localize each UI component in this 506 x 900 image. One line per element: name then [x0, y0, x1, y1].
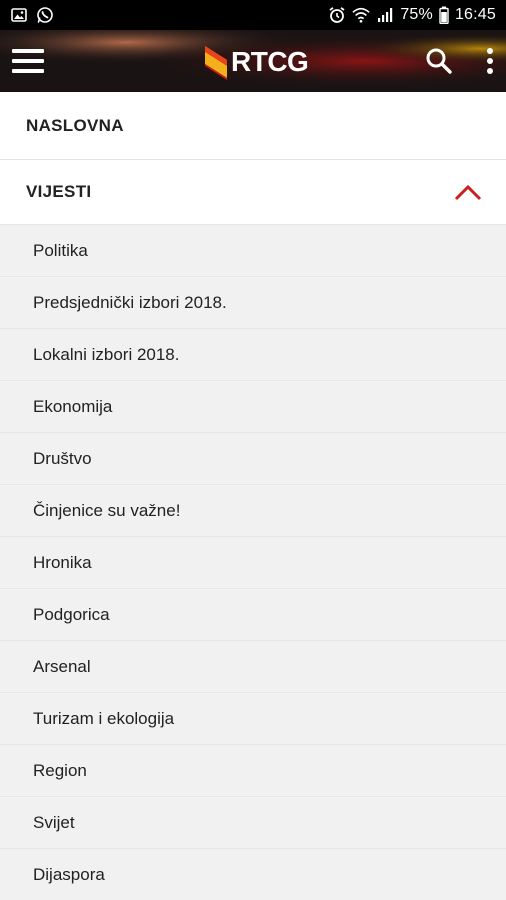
- whatsapp-icon: [36, 6, 54, 24]
- search-icon: [426, 48, 452, 74]
- navigation-menu: NASLOVNA VIJESTI Politika Predsjednički i…: [0, 92, 506, 900]
- vijesti-submenu: Politika Predsjednički izbori 2018. Lokaln…: [0, 224, 506, 900]
- submenu-item-label: Lokalni izbori 2018.: [33, 344, 180, 364]
- menu-button[interactable]: [10, 43, 46, 79]
- logo-mark-icon: [205, 46, 227, 80]
- submenu-item[interactable]: Činjenice su važne!: [0, 484, 506, 536]
- image-icon: [10, 6, 28, 24]
- submenu-item-label: Hronika: [33, 552, 92, 572]
- submenu-item-label: Podgorica: [33, 604, 110, 624]
- submenu-item-label: Politika: [33, 240, 88, 260]
- submenu-item-label: Ekonomija: [33, 396, 113, 416]
- battery-level: 75%: [400, 6, 433, 23]
- menu-item-vijesti[interactable]: VIJESTI: [0, 160, 506, 224]
- submenu-item-label: Predsjednički izbori 2018.: [33, 292, 227, 312]
- submenu-item[interactable]: Politika: [0, 224, 506, 276]
- status-right: 75% 16:45: [328, 6, 496, 24]
- menu-item-label: VIJESTI: [26, 182, 92, 201]
- submenu-item[interactable]: Društvo: [0, 432, 506, 484]
- app-bar: RTCG: [0, 30, 506, 92]
- logo-text: RTCG: [231, 46, 309, 77]
- submenu-item[interactable]: Lokalni izbori 2018.: [0, 328, 506, 380]
- submenu-item-label: Dijaspora: [33, 864, 105, 884]
- menu-item-label: NASLOVNA: [26, 115, 124, 135]
- submenu-item[interactable]: Svijet: [0, 796, 506, 848]
- signal-icon: [376, 6, 394, 24]
- submenu-item[interactable]: Region: [0, 744, 506, 796]
- submenu-item[interactable]: Ekonomija: [0, 380, 506, 432]
- submenu-item-label: Društvo: [33, 448, 92, 468]
- status-bar: 75% 16:45: [0, 0, 506, 30]
- submenu-item[interactable]: Podgorica: [0, 588, 506, 640]
- hamburger-icon: [12, 49, 44, 73]
- more-vert-icon: [487, 48, 493, 74]
- search-button[interactable]: [420, 43, 458, 79]
- rtcg-logo[interactable]: RTCG: [203, 42, 309, 82]
- more-options-button[interactable]: [476, 43, 504, 79]
- chevron-up-icon[interactable]: [454, 183, 482, 201]
- status-left: [10, 6, 54, 24]
- alarm-icon: [328, 6, 346, 24]
- wifi-icon: [352, 6, 370, 24]
- submenu-item[interactable]: Predsjednički izbori 2018.: [0, 276, 506, 328]
- submenu-item-label: Region: [33, 760, 87, 780]
- submenu-item[interactable]: Hronika: [0, 536, 506, 588]
- submenu-item-label: Arsenal: [33, 656, 91, 676]
- submenu-item[interactable]: Dijaspora: [0, 848, 506, 900]
- submenu-item[interactable]: Turizam i ekologija: [0, 692, 506, 744]
- submenu-item[interactable]: Arsenal: [0, 640, 506, 692]
- submenu-item-label: Činjenice su važne!: [33, 500, 181, 520]
- clock: 16:45: [454, 6, 496, 23]
- battery-icon: [439, 6, 449, 24]
- submenu-item-label: Svijet: [33, 812, 75, 832]
- submenu-item-label: Turizam i ekologija: [33, 708, 175, 728]
- menu-item-naslovna[interactable]: NASLOVNA: [0, 92, 506, 160]
